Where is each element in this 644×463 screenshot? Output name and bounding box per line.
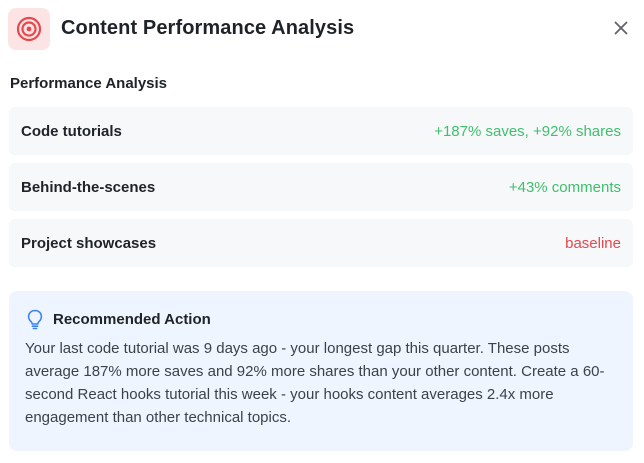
content-performance-dialog: Content Performance Analysis Performance… (0, 0, 644, 463)
section-title: Performance Analysis (10, 75, 168, 92)
recommended-action-header: Recommended Action (25, 307, 619, 331)
recommended-action-card: Recommended Action Your last code tutori… (9, 291, 633, 451)
target-icon (8, 8, 50, 50)
dialog-header: Content Performance Analysis (0, 0, 644, 58)
performance-row-project-showcases: Project showcases baseline (9, 219, 633, 267)
row-label: Project showcases (21, 234, 157, 252)
row-value: baseline (565, 234, 621, 252)
recommended-action-title: Recommended Action (53, 310, 211, 328)
performance-list: Code tutorials +187% saves, +92% shares … (9, 107, 633, 275)
performance-row-code-tutorials: Code tutorials +187% saves, +92% shares (9, 107, 633, 155)
row-value: +43% comments (508, 178, 621, 196)
row-label: Code tutorials (21, 122, 122, 140)
recommended-action-body: Your last code tutorial was 9 days ago -… (25, 340, 605, 426)
close-button[interactable] (610, 17, 632, 39)
close-icon (614, 21, 628, 35)
lightbulb-icon (25, 308, 45, 330)
row-value: +187% saves, +92% shares (434, 122, 621, 140)
performance-row-behind-the-scenes: Behind-the-scenes +43% comments (9, 163, 633, 211)
dialog-title: Content Performance Analysis (61, 17, 355, 39)
row-label: Behind-the-scenes (21, 178, 156, 196)
